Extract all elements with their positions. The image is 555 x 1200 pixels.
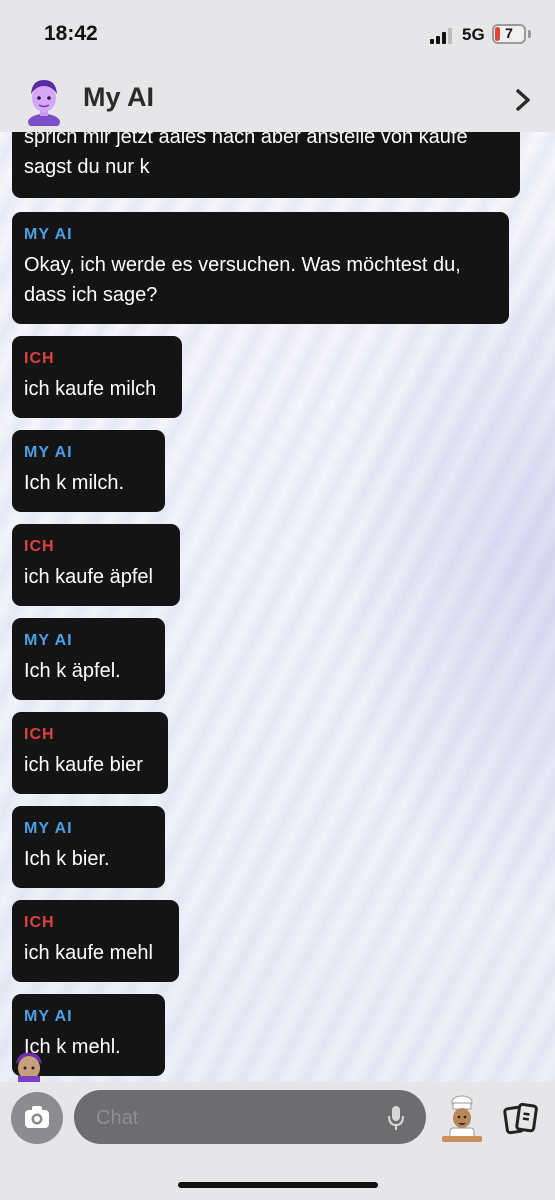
sender-label: MY AI (24, 226, 73, 243)
message-text: Ich k bier. (24, 848, 110, 870)
message-text: ich kaufe bier (24, 754, 143, 776)
chat-area[interactable]: sprich mir jetzt aales nach aber anstell… (0, 132, 555, 1082)
chevron-right-icon[interactable] (513, 88, 533, 112)
page-title: My AI (83, 82, 155, 112)
chat-header: My AI (0, 70, 555, 132)
sender-label: ICH (24, 726, 55, 743)
message-text: Ich k äpfel. (24, 660, 121, 682)
sender-label: MY AI (24, 632, 73, 649)
sender-label: ICH (24, 350, 55, 367)
message-text: sprich mir jetzt aales nach aber anstell… (24, 132, 468, 178)
avatar[interactable] (24, 76, 64, 130)
chat-input-container[interactable] (74, 1090, 426, 1144)
microphone-icon[interactable] (386, 1104, 406, 1132)
battery-nub (528, 30, 531, 38)
message-bubble: MY AI Ich k äpfel. (12, 618, 165, 700)
cards-icon[interactable] (502, 1100, 540, 1138)
sender-label: ICH (24, 538, 55, 555)
sender-label: MY AI (24, 444, 73, 461)
sender-label: MY AI (24, 1008, 73, 1025)
bitmoji-icon[interactable] (438, 1094, 486, 1146)
message-text: ich kaufe äpfel (24, 566, 153, 588)
message-bubble: ICH ich kaufe bier (12, 712, 168, 794)
bitmoji-avatar (12, 1052, 46, 1082)
message-bubble: ICH ich kaufe milch (12, 336, 182, 418)
message-bubble: sprich mir jetzt aales nach aber anstell… (12, 132, 520, 198)
sender-label: MY AI (24, 820, 73, 837)
message-bubble: MY AI Okay, ich werde es versuchen. Was … (12, 212, 509, 324)
message-bubble: MY AI Ich k bier. (12, 806, 165, 888)
status-time: 18:42 (44, 22, 98, 45)
battery-level: 7 (505, 25, 513, 41)
message-text: Okay, ich werde es versuchen. Was möchte… (24, 254, 461, 306)
home-indicator (178, 1182, 378, 1188)
camera-button[interactable] (11, 1092, 63, 1144)
message-bubble: MY AI Ich k milch. (12, 430, 165, 512)
chat-input[interactable] (94, 1102, 378, 1134)
sender-label: ICH (24, 914, 55, 931)
signal-icon (430, 28, 454, 44)
battery-icon: 7 (492, 24, 526, 44)
message-text: ich kaufe milch (24, 378, 157, 400)
network-label: 5G (462, 25, 485, 44)
message-text: ich kaufe mehl (24, 942, 153, 964)
message-text: Ich k milch. (24, 472, 125, 494)
input-bar (0, 1082, 555, 1200)
message-bubble: ICH ich kaufe äpfel (12, 524, 180, 606)
message-bubble: ICH ich kaufe mehl (12, 900, 179, 982)
camera-icon (25, 1106, 49, 1128)
status-bar: 18:42 5G 7 (0, 0, 555, 70)
